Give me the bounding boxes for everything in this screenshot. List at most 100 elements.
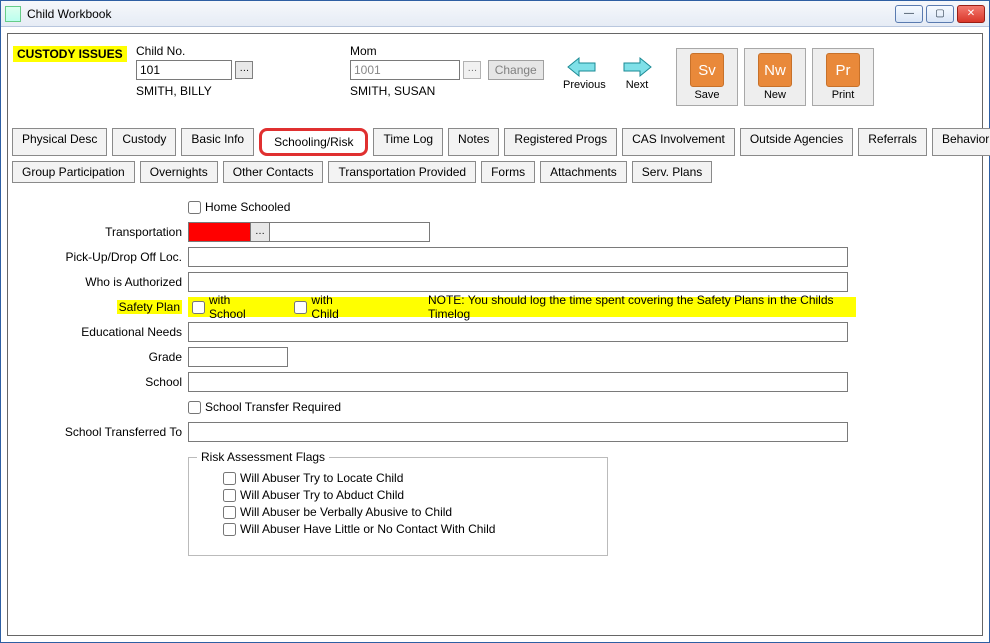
tab-group-participation[interactable]: Group Participation	[12, 161, 135, 183]
risk-flag-label-0: Will Abuser Try to Locate Child	[240, 471, 403, 485]
tab-transportation-provided[interactable]: Transportation Provided	[328, 161, 476, 183]
school-input[interactable]	[188, 372, 848, 392]
risk-flag-2[interactable]: Will Abuser be Verbally Abusive to Child	[223, 505, 591, 519]
custody-issues-badge: CUSTODY ISSUES	[13, 46, 127, 62]
print-icon: Pr	[826, 53, 860, 87]
tab-strip: Physical DescCustodyBasic InfoSchooling/…	[8, 124, 982, 183]
tab-other-contacts[interactable]: Other Contacts	[223, 161, 324, 183]
tab-serv-plans[interactable]: Serv. Plans	[632, 161, 712, 183]
app-window: Child Workbook — ▢ ✕ CUSTODY ISSUES Chil…	[0, 0, 990, 643]
tab-physical-desc[interactable]: Physical Desc	[12, 128, 107, 156]
transportation-desc-input[interactable]	[270, 222, 430, 242]
safety-note: NOTE: You should log the time spent cove…	[428, 293, 856, 321]
safety-with-school-field[interactable]: with School	[192, 293, 266, 321]
mom-no-lookup-button: …	[463, 61, 481, 79]
safety-plan-row: with School with Child NOTE: You should …	[188, 297, 856, 317]
school-transfer-required-checkbox[interactable]	[188, 401, 201, 414]
edu-needs-label: Educational Needs	[20, 325, 188, 339]
transportation-value	[189, 223, 251, 241]
new-button[interactable]: Nw New	[744, 48, 806, 106]
inner-panel: CUSTODY ISSUES Child No. … SMITH, BILLY …	[7, 33, 983, 636]
tab-forms[interactable]: Forms	[481, 161, 535, 183]
risk-flag-label-2: Will Abuser be Verbally Abusive to Child	[240, 505, 452, 519]
client-area: CUSTODY ISSUES Child No. … SMITH, BILLY …	[1, 27, 989, 642]
transportation-lookup-button[interactable]: …	[251, 223, 269, 241]
tab-custody[interactable]: Custody	[112, 128, 176, 156]
edu-needs-input[interactable]	[188, 322, 848, 342]
print-button[interactable]: Pr Print	[812, 48, 874, 106]
titlebar: Child Workbook — ▢ ✕	[1, 1, 989, 27]
grade-input[interactable]	[188, 347, 288, 367]
pickup-input[interactable]	[188, 247, 848, 267]
school-transfer-required-field[interactable]: School Transfer Required	[188, 400, 341, 414]
school-transfer-required-label: School Transfer Required	[205, 400, 341, 414]
mom-no-input	[350, 60, 460, 80]
mom-label: Mom	[350, 44, 377, 58]
previous-label: Previous	[563, 79, 601, 91]
pickup-label: Pick-Up/Drop Off Loc.	[20, 250, 188, 264]
minimize-button[interactable]: —	[895, 5, 923, 23]
tab-registered-progs[interactable]: Registered Progs	[504, 128, 617, 156]
mom-name: SMITH, SUSAN	[350, 84, 435, 98]
child-no-lookup-button[interactable]: …	[235, 61, 253, 79]
risk-flag-label-3: Will Abuser Have Little or No Contact Wi…	[240, 522, 495, 536]
tab-time-log[interactable]: Time Log	[373, 128, 443, 156]
close-button[interactable]: ✕	[957, 5, 985, 23]
window-title: Child Workbook	[27, 7, 895, 21]
grade-label: Grade	[20, 350, 188, 364]
authorized-input[interactable]	[188, 272, 848, 292]
school-transferred-to-label: School Transferred To	[20, 425, 188, 439]
risk-assessment-legend: Risk Assessment Flags	[197, 450, 329, 464]
risk-flag-label-1: Will Abuser Try to Abduct Child	[240, 488, 404, 502]
arrow-right-icon	[622, 56, 652, 78]
tab-row-2: Group ParticipationOvernightsOther Conta…	[12, 161, 978, 183]
risk-flag-checkbox-0[interactable]	[223, 472, 236, 485]
tab-cas-involvement[interactable]: CAS Involvement	[622, 128, 735, 156]
risk-flag-checkbox-3[interactable]	[223, 523, 236, 536]
transportation-label: Transportation	[20, 225, 188, 239]
school-label: School	[20, 375, 188, 389]
tab-behavior-tracking[interactable]: Behavior Tracking	[932, 128, 990, 156]
safety-plan-label: Safety Plan	[117, 300, 182, 314]
home-schooled-checkbox[interactable]	[188, 201, 201, 214]
child-name: SMITH, BILLY	[136, 84, 212, 98]
risk-flag-checkbox-1[interactable]	[223, 489, 236, 502]
next-nav[interactable]: Next	[618, 56, 656, 91]
authorized-label: Who is Authorized	[20, 275, 188, 289]
previous-nav[interactable]: Previous	[563, 56, 601, 91]
app-icon	[5, 6, 21, 22]
risk-assessment-group: Risk Assessment Flags Will Abuser Try to…	[188, 457, 608, 556]
tab-notes[interactable]: Notes	[448, 128, 499, 156]
next-label: Next	[618, 79, 656, 91]
tab-referrals[interactable]: Referrals	[858, 128, 927, 156]
tab-schooling-risk[interactable]: Schooling/Risk	[259, 128, 368, 156]
tab-outside-agencies[interactable]: Outside Agencies	[740, 128, 853, 156]
risk-flag-0[interactable]: Will Abuser Try to Locate Child	[223, 471, 591, 485]
arrow-left-icon	[567, 56, 597, 78]
maximize-button[interactable]: ▢	[926, 5, 954, 23]
tab-basic-info[interactable]: Basic Info	[181, 128, 254, 156]
safety-with-child-label: with Child	[311, 293, 360, 321]
safety-with-school-checkbox[interactable]	[192, 301, 205, 314]
print-label: Print	[813, 89, 873, 101]
tab-attachments[interactable]: Attachments	[540, 161, 627, 183]
transportation-combo[interactable]: …	[188, 222, 270, 242]
home-schooled-field[interactable]: Home Schooled	[188, 200, 290, 214]
new-label: New	[745, 89, 805, 101]
risk-flag-checkbox-2[interactable]	[223, 506, 236, 519]
school-transferred-to-input[interactable]	[188, 422, 848, 442]
risk-flag-1[interactable]: Will Abuser Try to Abduct Child	[223, 488, 591, 502]
child-no-label: Child No.	[136, 44, 185, 58]
tab-row-1: Physical DescCustodyBasic InfoSchooling/…	[12, 128, 978, 156]
child-no-input[interactable]	[136, 60, 232, 80]
header-strip: CUSTODY ISSUES Child No. … SMITH, BILLY …	[8, 34, 982, 124]
safety-with-child-field[interactable]: with Child	[294, 293, 360, 321]
safety-with-child-checkbox[interactable]	[294, 301, 307, 314]
save-button[interactable]: Sv Save	[676, 48, 738, 106]
form-area: Home Schooled Transportation …	[8, 188, 982, 564]
new-icon: Nw	[758, 53, 792, 87]
tab-overnights[interactable]: Overnights	[140, 161, 218, 183]
change-button: Change	[488, 60, 544, 80]
risk-flag-3[interactable]: Will Abuser Have Little or No Contact Wi…	[223, 522, 591, 536]
save-label: Save	[677, 89, 737, 101]
